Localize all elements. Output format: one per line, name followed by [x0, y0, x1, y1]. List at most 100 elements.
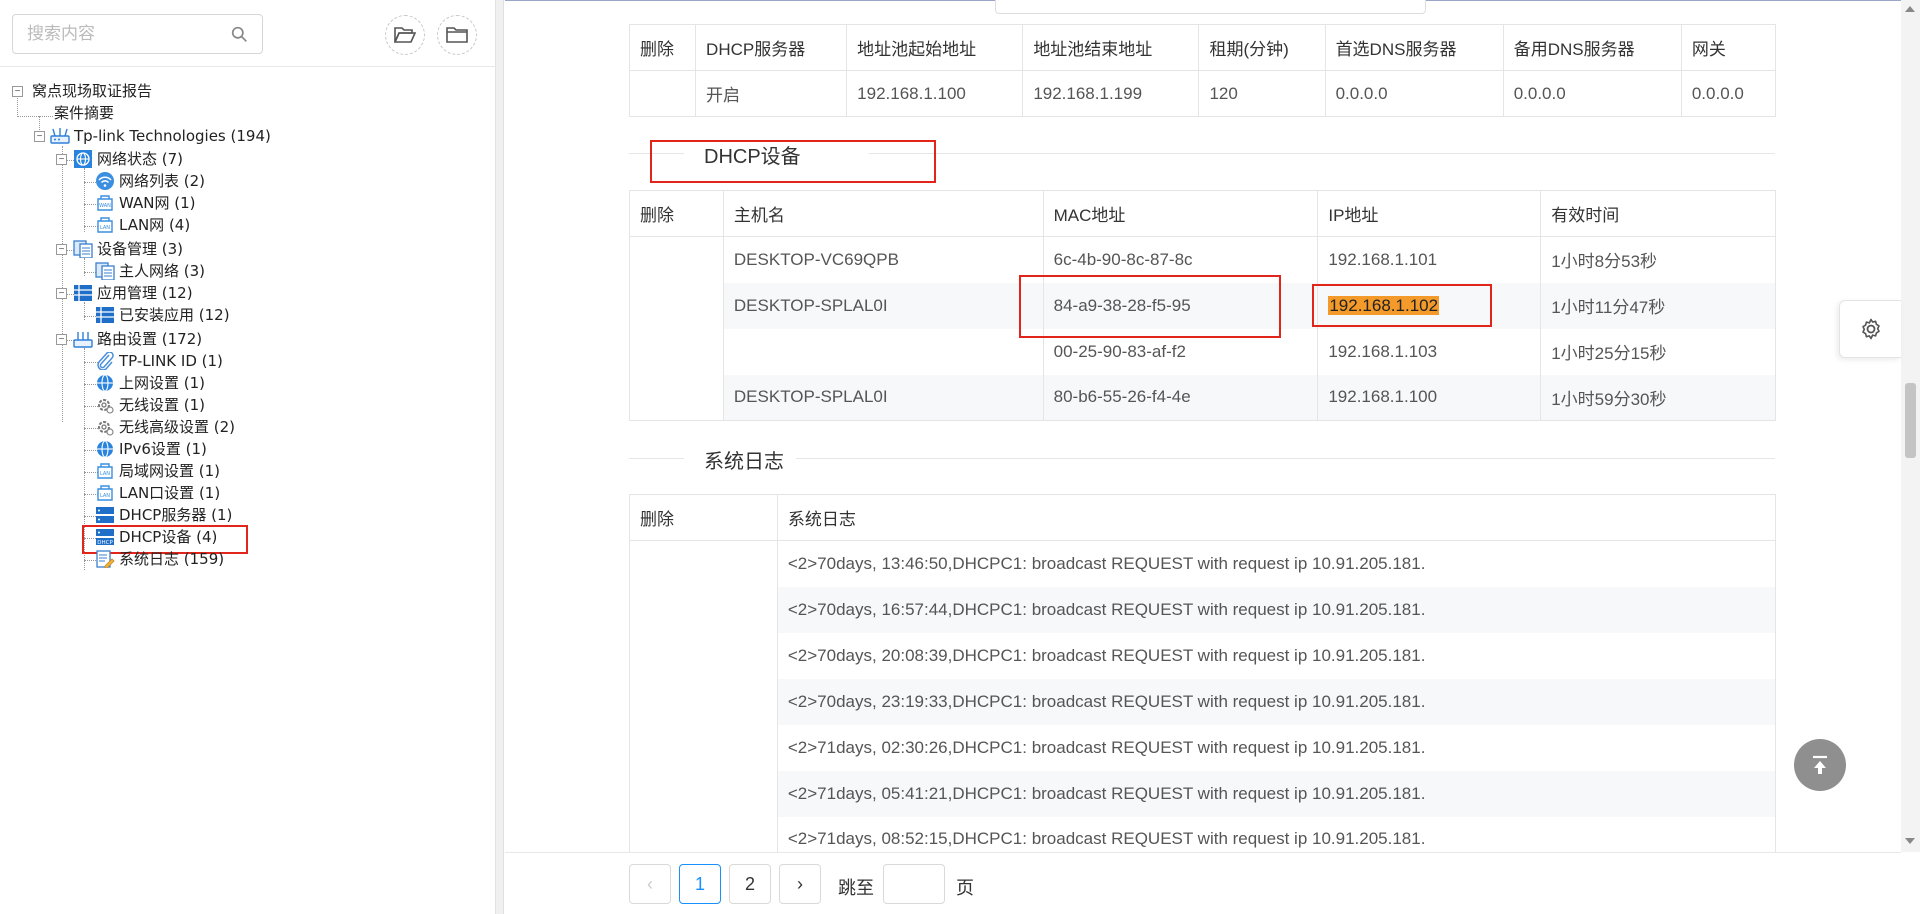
- column-header[interactable]: IP地址: [1317, 190, 1542, 237]
- search-icon[interactable]: [231, 26, 248, 43]
- prev-page-button[interactable]: ‹: [629, 864, 671, 904]
- search-box[interactable]: [12, 14, 263, 54]
- folder-button[interactable]: [437, 15, 477, 55]
- jump-label: 跳至: [838, 878, 874, 899]
- toggle-network-status[interactable]: −: [56, 154, 67, 165]
- tree-node-wireless-settings[interactable]: 无线设置 (1): [95, 394, 205, 416]
- back-to-top-button[interactable]: [1794, 739, 1846, 791]
- globe-icon: [97, 374, 113, 392]
- tree-node-lan-settings[interactable]: LAN 局域网设置 (1): [95, 460, 220, 482]
- column-header[interactable]: 删除: [628, 24, 697, 71]
- toggle-device[interactable]: −: [34, 131, 45, 142]
- column-header[interactable]: 租期(分钟): [1198, 24, 1326, 71]
- column-header[interactable]: 删除: [629, 494, 778, 541]
- tree-node-case-summary[interactable]: 案件摘要: [52, 102, 114, 124]
- svg-text:LAN: LAN: [100, 493, 110, 499]
- toggle-app-mgmt[interactable]: −: [56, 288, 67, 299]
- tree-node-lan-port[interactable]: LAN LAN口设置 (1): [95, 482, 220, 504]
- table-row[interactable]: DESKTOP-SPLAL0I 84-a9-38-28-f5-95 192.16…: [629, 282, 1776, 329]
- table-row[interactable]: <2>70days, 23:19:33,DHCPC1: broadcast RE…: [629, 678, 1777, 725]
- paperclip-icon: [97, 352, 114, 370]
- vertical-scrollbar[interactable]: [1901, 0, 1920, 852]
- table-row[interactable]: <2>70days, 16:57:44,DHCPC1: broadcast RE…: [629, 586, 1777, 633]
- table-row[interactable]: <2>71days, 08:52:15,DHCPC1: broadcast RE…: [629, 816, 1777, 852]
- tree-node-device[interactable]: Tp-link Technologies (194): [50, 125, 271, 147]
- folder-icon: [446, 27, 468, 43]
- tree-node-tplink-id[interactable]: TP-LINK ID (1): [95, 350, 223, 372]
- column-header[interactable]: 地址池结束地址: [1022, 24, 1200, 71]
- list-icon: [74, 285, 92, 301]
- table-row[interactable]: 开启 192.168.1.100 192.168.1.199 120 0.0.0…: [629, 70, 1777, 117]
- tree-node-device-mgmt[interactable]: 设备管理 (3): [73, 238, 183, 260]
- tree-node-network-list[interactable]: 网络列表 (2): [95, 170, 205, 192]
- search-input[interactable]: [27, 23, 222, 45]
- table-cell: 192.168.1.102: [1317, 282, 1542, 329]
- table-row[interactable]: <2>71days, 05:41:21,DHCPC1: broadcast RE…: [629, 770, 1777, 817]
- page-2-button[interactable]: 2: [729, 864, 771, 904]
- dhcp-server-table: 删除 DHCP服务器 地址池起始地址 地址池结束地址 租期(分钟) 首选DNS服…: [628, 24, 1777, 117]
- tree-node-internet-settings[interactable]: 上网设置 (1): [95, 372, 205, 394]
- folder-open-icon: [394, 27, 416, 43]
- column-header[interactable]: 删除: [629, 190, 724, 237]
- table-header-row: 删除 DHCP服务器 地址池起始地址 地址池结束地址 租期(分钟) 首选DNS服…: [628, 24, 1777, 71]
- column-header[interactable]: 有效时间: [1540, 190, 1776, 237]
- column-header[interactable]: 地址池起始地址: [846, 24, 1024, 71]
- table-row[interactable]: DESKTOP-SPLAL0I 80-b6-55-26-f4-4e 192.16…: [629, 374, 1776, 421]
- column-header[interactable]: MAC地址: [1042, 190, 1319, 237]
- svg-text:LAN: LAN: [100, 471, 110, 477]
- table-row[interactable]: <2>70days, 13:46:50,DHCPC1: broadcast RE…: [629, 540, 1777, 587]
- tree-node-ipv6[interactable]: IPv6设置 (1): [95, 438, 207, 460]
- tree-node-router-settings[interactable]: 路由设置 (172): [73, 328, 202, 350]
- tree-node-app-mgmt[interactable]: 应用管理 (12): [73, 282, 193, 304]
- table-cell: 1小时11分47秒: [1540, 282, 1776, 329]
- jump-page-input[interactable]: [883, 864, 945, 904]
- table-cell: 1小时25分15秒: [1540, 328, 1776, 375]
- log-entry: <2>70days, 16:57:44,DHCPC1: broadcast RE…: [777, 586, 1777, 633]
- toggle-device-mgmt[interactable]: −: [56, 244, 67, 255]
- column-header[interactable]: DHCP服务器: [695, 24, 848, 71]
- table-cell: [629, 70, 697, 117]
- tree-node-root[interactable]: 窝点现场取证报告: [30, 80, 152, 102]
- scrollbar-thumb[interactable]: [1905, 383, 1916, 458]
- section-title-dhcp-devices: DHCP设备: [629, 138, 1775, 169]
- tree-node-dhcp-server[interactable]: DHCP服务器 (1): [95, 504, 232, 526]
- column-header[interactable]: 首选DNS服务器: [1324, 24, 1504, 71]
- table-row[interactable]: DESKTOP-VC69QPB 6c-4b-90-8c-87-8c 192.16…: [629, 236, 1776, 283]
- toggle-root[interactable]: −: [12, 86, 23, 97]
- table-cell: 开启: [695, 70, 848, 117]
- dhcp-icon: [96, 507, 114, 523]
- page-1-button[interactable]: 1: [679, 864, 721, 904]
- tree-node-wireless-advanced[interactable]: 无线高级设置 (2): [95, 416, 235, 438]
- scroll-up-arrow[interactable]: [1905, 6, 1915, 12]
- tree-node-installed-apps[interactable]: 已安装应用 (12): [95, 304, 230, 326]
- table-cell: 84-a9-38-28-f5-95: [1043, 282, 1319, 329]
- table-row[interactable]: 00-25-90-83-af-f2 192.168.1.103 1小时25分15…: [629, 328, 1776, 375]
- toggle-router-settings[interactable]: −: [56, 334, 67, 345]
- next-page-button[interactable]: ›: [779, 864, 821, 904]
- tree-node-host-network[interactable]: 主人网络 (3): [95, 260, 205, 282]
- column-header[interactable]: 备用DNS服务器: [1502, 24, 1682, 71]
- table-cell: 0.0.0.0: [1325, 70, 1504, 117]
- network-port-icon: LAN: [97, 217, 113, 233]
- settings-button[interactable]: [1839, 300, 1901, 358]
- scroll-down-arrow[interactable]: [1905, 838, 1915, 844]
- column-header[interactable]: 主机名: [722, 190, 1044, 237]
- table-cell: 192.168.1.100: [846, 70, 1024, 117]
- column-header[interactable]: 系统日志: [776, 494, 1777, 541]
- tree-node-system-log[interactable]: 系统日志 (159): [95, 548, 224, 570]
- svg-text:LAN: LAN: [100, 225, 110, 231]
- log-edit-icon: [96, 550, 115, 568]
- log-entry: <2>71days, 05:41:21,DHCPC1: broadcast RE…: [777, 770, 1777, 817]
- open-folder-button[interactable]: [385, 15, 425, 55]
- column-header[interactable]: 网关: [1680, 24, 1777, 71]
- main-content: 删除 DHCP服务器 地址池起始地址 地址池结束地址 租期(分钟) 首选DNS服…: [505, 0, 1901, 852]
- tree-node-lan[interactable]: LAN LAN网 (4): [95, 214, 190, 236]
- sidebar-splitter[interactable]: [496, 0, 504, 914]
- tree-node-network-status[interactable]: 网络状态 (7): [73, 148, 183, 170]
- table-row[interactable]: <2>70days, 20:08:39,DHCPC1: broadcast RE…: [629, 632, 1777, 679]
- system-log-table: 删除 系统日志 <2>70days, 13:46:50,DHCPC1: broa…: [629, 494, 1777, 852]
- log-entry: <2>71days, 02:30:26,DHCPC1: broadcast RE…: [777, 724, 1777, 771]
- network-port-icon: WAN: [97, 195, 113, 211]
- tree-node-wan[interactable]: WAN WAN网 (1): [95, 192, 196, 214]
- table-row[interactable]: <2>71days, 02:30:26,DHCPC1: broadcast RE…: [629, 724, 1777, 771]
